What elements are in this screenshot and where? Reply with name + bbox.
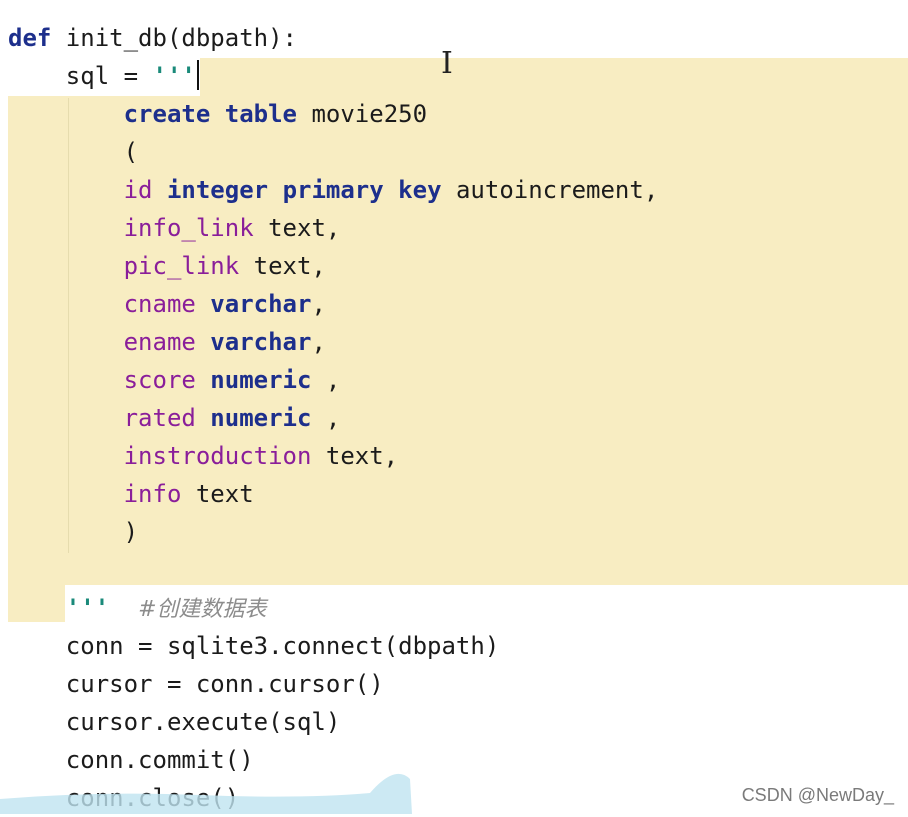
code-line[interactable]: pic_link text, [8,247,326,285]
code-line[interactable]: instroduction text, [8,437,399,475]
code-token: ) [8,518,139,546]
code-token: conn = sqlite3.connect(dbpath) [8,632,500,660]
code-line[interactable]: ) [8,513,138,551]
code-token: varchar [210,328,312,356]
selection-highlight [200,58,908,96]
code-token: text, [311,442,399,470]
code-line[interactable]: ename varchar, [8,323,326,361]
code-line[interactable]: ''' #创建数据表 [8,589,267,627]
code-token: , [311,290,326,318]
text-caret [197,60,199,90]
code-line[interactable]: cname varchar, [8,285,326,323]
code-token: key [398,176,442,204]
video-overlay-wave [0,773,412,814]
code-token: primary [282,176,384,204]
code-token: instroduction [123,442,312,470]
code-token: , [311,366,341,394]
code-token: ename [123,328,196,356]
code-line[interactable]: info_link text, [8,209,341,247]
code-token: info [123,480,182,508]
code-token: sql = [8,62,153,90]
code-line[interactable]: cursor = conn.cursor() [8,665,384,703]
code-token: cname [123,290,196,318]
code-token: create [123,100,211,128]
code-token: #创建数据表 [138,597,267,622]
mouse-ibeam-cursor-icon: I [441,46,453,81]
code-token: score [123,366,196,394]
code-token: , [311,404,341,432]
code-token: text, [239,252,326,280]
code-line[interactable]: id integer primary key autoincrement, [8,171,659,209]
code-line[interactable]: create table movie250 [8,95,427,133]
code-token: rated [123,404,196,432]
code-token: table [224,100,297,128]
code-token: ( [8,138,139,166]
code-line[interactable]: ( [8,133,138,171]
code-token: id [123,176,153,204]
code-line[interactable]: conn = sqlite3.connect(dbpath) [8,627,499,665]
code-token: cursor.execute(sql) [8,708,341,736]
code-token: ''' [65,594,110,622]
code-token: info_link [123,214,254,242]
watermark: CSDN @NewDay_ [741,785,894,805]
code-token: , [311,328,326,356]
code-token: numeric [210,366,312,394]
code-token: def [8,24,52,52]
code-line[interactable]: sql = ''' [8,57,196,95]
code-line[interactable]: rated numeric , [8,399,341,437]
code-token: integer [166,176,269,204]
code-token: movie250 [297,100,428,128]
code-line[interactable]: def init_db(dbpath): [8,19,297,57]
code-token: ''' [152,62,196,90]
code-line[interactable]: cursor.execute(sql) [8,703,341,741]
code-token: text [181,480,254,508]
code-token: cursor = conn.cursor() [8,670,384,698]
code-token: pic_link [123,252,240,280]
code-token: numeric [210,404,312,432]
code-token: text, [253,214,341,242]
code-token: init_db(dbpath): [51,24,297,52]
code-token: autoincrement, [441,176,659,204]
code-line[interactable]: info text [8,475,254,513]
code-token: varchar [210,290,312,318]
code-line[interactable]: score numeric , [8,361,341,399]
